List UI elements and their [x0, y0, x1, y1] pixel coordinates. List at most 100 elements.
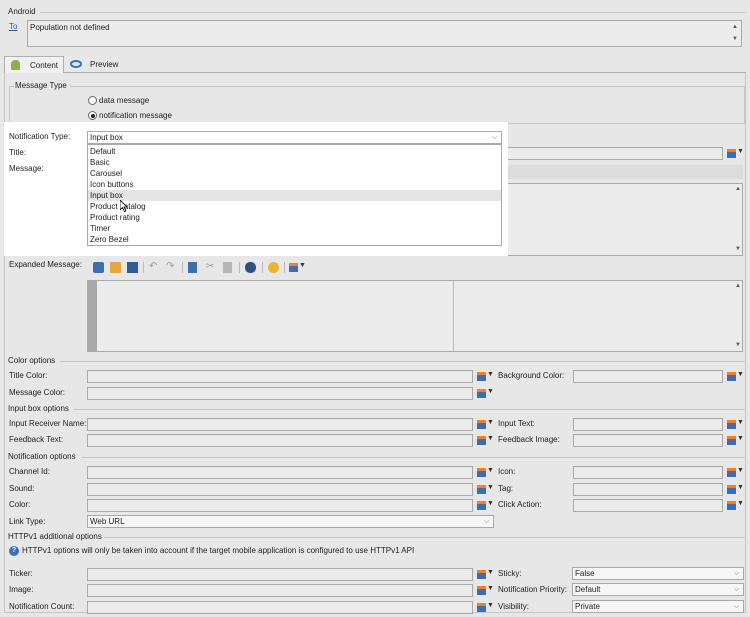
image-field[interactable]	[87, 584, 473, 597]
variable-icon	[477, 501, 486, 510]
feedback-text-variable-button[interactable]: ▼	[476, 434, 494, 447]
dropdown-option[interactable]: Zero Bezel	[88, 234, 501, 245]
title-variable-button[interactable]: ▼	[726, 147, 744, 160]
input-receiver-name-field[interactable]	[87, 418, 473, 431]
notification-count-label: Notification Count:	[9, 602, 75, 611]
color-options-legend: Color options	[8, 356, 59, 366]
variable-icon	[477, 436, 486, 445]
open-folder-icon[interactable]	[110, 262, 121, 273]
tag-variable-button[interactable]: ▼	[726, 483, 744, 496]
emoji-icon[interactable]	[268, 262, 279, 273]
scroll-up-icon[interactable]: ▲	[731, 24, 739, 30]
message-scroll-down-icon[interactable]: ▼	[734, 246, 742, 252]
click-action-field[interactable]	[573, 499, 723, 512]
icon-variable-button[interactable]: ▼	[726, 466, 744, 479]
visibility-value: Private	[575, 602, 600, 611]
chevron-down-icon: ▼	[487, 602, 494, 609]
icon-label: Icon:	[498, 467, 516, 476]
link-type-select[interactable]: Web URL ⌵	[87, 515, 494, 528]
notification-type-select[interactable]: Input box ⌵	[87, 131, 502, 144]
channel-id-variable-button[interactable]: ▼	[476, 466, 494, 479]
input-text-variable-button[interactable]: ▼	[726, 418, 744, 431]
httpv1-legend: HTTPv1 additional options	[8, 532, 105, 542]
input-text-field[interactable]	[573, 418, 723, 431]
tab-preview[interactable]: Preview	[66, 56, 124, 72]
dropdown-option[interactable]: Default	[88, 146, 501, 157]
chevron-down-icon: ⌵	[491, 134, 498, 141]
sound-variable-button[interactable]: ▼	[476, 483, 494, 496]
image-label: Image:	[9, 585, 34, 594]
color-field[interactable]	[87, 499, 473, 512]
paste-icon[interactable]	[223, 262, 232, 273]
to-link[interactable]: To	[9, 22, 17, 32]
scroll-down-icon[interactable]: ▼	[731, 36, 739, 42]
population-box[interactable]: Population not defined ▲ ▼	[27, 20, 742, 47]
dropdown-option[interactable]: Timer	[88, 223, 501, 234]
variable-icon	[477, 372, 486, 381]
tab-preview-label: Preview	[90, 60, 119, 69]
ticker-label: Ticker:	[9, 569, 33, 578]
insert-variable-button[interactable]: ▼	[288, 261, 306, 274]
feedback-text-field[interactable]	[87, 434, 473, 447]
tag-field[interactable]	[573, 483, 723, 496]
expanded-scroll-down-icon[interactable]: ▼	[734, 342, 742, 348]
title-color-field[interactable]	[87, 370, 473, 383]
input-receiver-name-label: Input Receiver Name:	[9, 419, 87, 428]
notification-type-label: Notification Type:	[9, 132, 71, 141]
save-icon[interactable]	[127, 262, 138, 273]
chevron-down-icon: ▼	[487, 435, 494, 442]
chevron-down-icon: ▼	[299, 262, 306, 269]
icon-field[interactable]	[573, 466, 723, 479]
notification-options-legend: Notification options	[8, 452, 79, 462]
ticker-variable-button[interactable]: ▼	[476, 568, 494, 581]
redo-icon[interactable]: ↷	[166, 262, 174, 272]
toolbar-separator	[143, 262, 144, 273]
visibility-select[interactable]: Private ⌵	[572, 600, 744, 613]
personalize-icon[interactable]	[93, 262, 104, 273]
sound-field[interactable]	[87, 483, 473, 496]
expanded-scroll-up-icon[interactable]: ▲	[734, 283, 742, 289]
color-label: Color:	[9, 500, 31, 509]
find-binoculars-icon[interactable]	[245, 262, 256, 273]
background-color-field[interactable]	[573, 370, 723, 383]
message-scroll-up-icon[interactable]: ▲	[734, 186, 742, 192]
background-color-variable-button[interactable]: ▼	[726, 370, 744, 383]
dropdown-option[interactable]: Icon buttons	[88, 179, 501, 190]
dropdown-option[interactable]: Product rating	[88, 212, 501, 223]
android-icon	[11, 60, 20, 70]
title-label: Title:	[9, 148, 27, 157]
click-action-variable-button[interactable]: ▼	[726, 499, 744, 512]
notification-count-variable-button[interactable]: ▼	[476, 601, 494, 614]
tab-content[interactable]: Content	[4, 56, 64, 73]
dropdown-option-highlighted[interactable]: Input box	[88, 190, 501, 201]
variable-icon	[727, 436, 736, 445]
dropdown-option[interactable]: Basic	[88, 157, 501, 168]
message-color-field[interactable]	[87, 387, 473, 400]
title-color-variable-button[interactable]: ▼	[476, 370, 494, 383]
expanded-editor-divider	[453, 281, 454, 351]
chevron-down-icon: ⌵	[733, 603, 740, 610]
color-variable-button[interactable]: ▼	[476, 499, 494, 512]
visibility-label: Visibility:	[498, 602, 529, 611]
message-color-variable-button[interactable]: ▼	[476, 387, 494, 400]
variable-icon	[477, 389, 486, 398]
input-receiver-name-variable-button[interactable]: ▼	[476, 418, 494, 431]
sticky-select[interactable]: False ⌵	[572, 567, 744, 580]
dropdown-option[interactable]: Product catalog	[88, 201, 501, 212]
image-variable-button[interactable]: ▼	[476, 584, 494, 597]
dropdown-option[interactable]: Carousel	[88, 168, 501, 179]
copy-icon[interactable]	[188, 262, 197, 273]
notification-count-field[interactable]	[87, 601, 473, 614]
feedback-image-variable-button[interactable]: ▼	[726, 434, 744, 447]
cut-icon[interactable]: ✂	[206, 262, 214, 272]
chevron-down-icon: ▼	[487, 484, 494, 491]
undo-icon[interactable]: ↶	[149, 262, 157, 272]
notification-priority-select[interactable]: Default ⌵	[572, 583, 744, 596]
channel-id-field[interactable]	[87, 466, 473, 479]
radio-notification-message[interactable]	[88, 111, 97, 120]
expanded-message-editor[interactable]: ▲ ▼	[87, 280, 743, 352]
ticker-field[interactable]	[87, 568, 473, 581]
radio-data-message[interactable]	[88, 96, 97, 105]
sound-label: Sound:	[9, 484, 35, 493]
feedback-image-field[interactable]	[573, 434, 723, 447]
